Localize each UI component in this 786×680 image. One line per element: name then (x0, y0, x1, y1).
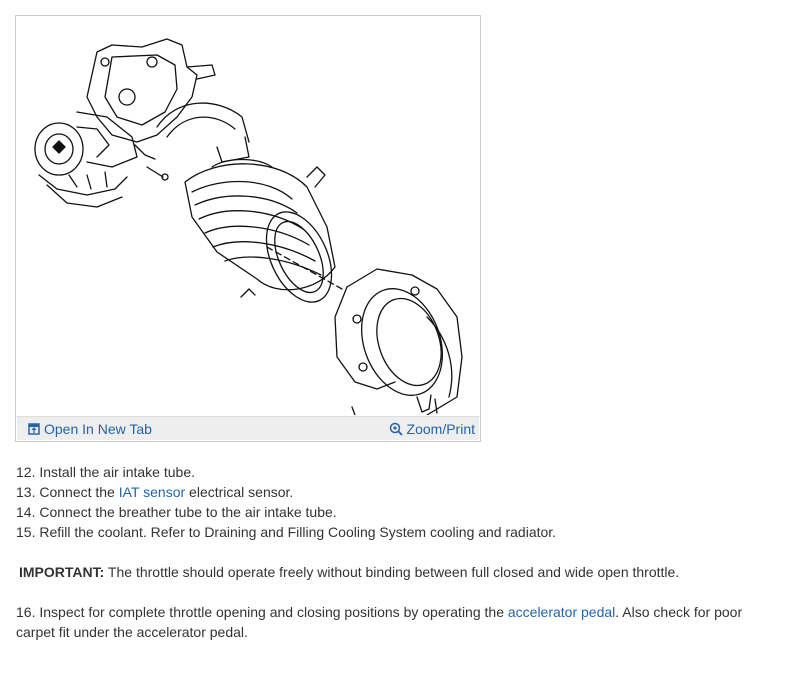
accelerator-pedal-link[interactable]: accelerator pedal (508, 604, 615, 620)
important-text: The throttle should operate freely witho… (104, 564, 680, 580)
open-new-tab-icon (28, 423, 40, 435)
step-13-text-end: electrical sensor. (185, 484, 294, 500)
step-15: 15. Refill the coolant. Refer to Drainin… (16, 524, 557, 540)
open-in-new-tab-label: Open In New Tab (44, 421, 152, 437)
step-16-text-end: carpet fit under the accelerator pedal. (16, 624, 248, 640)
step-13-text: 13. Connect the (16, 484, 119, 500)
iat-sensor-link[interactable]: IAT sensor (119, 484, 185, 500)
zoom-print-link[interactable]: Zoom/Print (389, 421, 475, 437)
step-13: 13. Connect the IAT sensor electrical se… (16, 482, 776, 502)
air-intake-tube-diagram[interactable] (17, 17, 479, 415)
important-note: IMPORTANT: The throttle should operate f… (16, 562, 776, 582)
step-14: 14. Connect the breather tube to the air… (16, 504, 337, 520)
step-12: 12. Install the air intake tube. (16, 464, 195, 480)
open-in-new-tab-link[interactable]: Open In New Tab (28, 421, 152, 437)
step-16: 16. Inspect for complete throttle openin… (16, 602, 776, 642)
step-16-text-mid: . Also check for poor (615, 604, 743, 620)
step-16-text: 16. Inspect for complete throttle openin… (16, 604, 508, 620)
diagram-figure: Open In New Tab Zoom/Print (15, 15, 481, 442)
figure-toolbar: Open In New Tab Zoom/Print (17, 416, 479, 440)
zoom-in-icon (389, 422, 403, 436)
instructions: 12. Install the air intake tube. 13. Con… (16, 462, 776, 642)
important-label: IMPORTANT: (19, 564, 105, 580)
zoom-print-label: Zoom/Print (406, 421, 475, 437)
